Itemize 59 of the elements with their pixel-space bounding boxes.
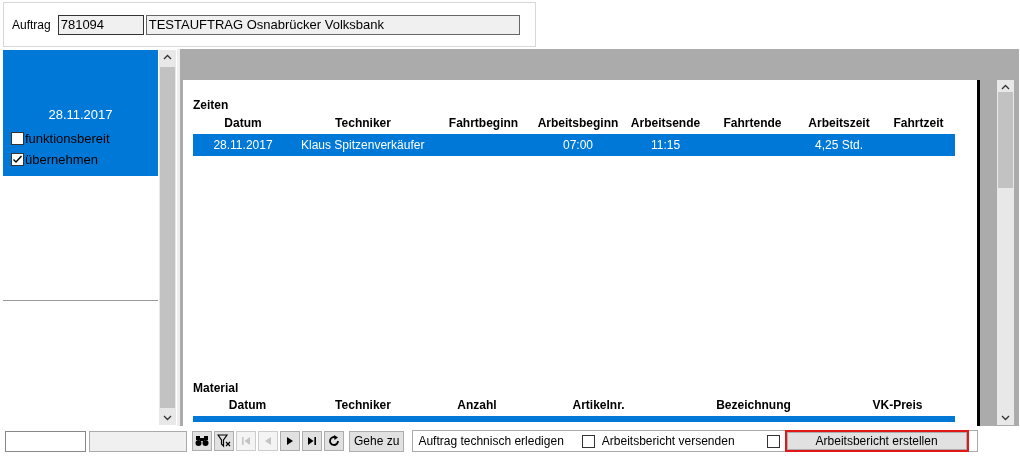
scrollbar[interactable] <box>997 80 1014 425</box>
checkbox-label: Arbeitsbericht versenden <box>601 433 735 450</box>
table-cell-text: 28.11.2017 <box>212 137 274 154</box>
order-label: Auftrag <box>12 16 51 34</box>
column-header: VK-Preis <box>871 397 924 414</box>
order-number-field[interactable]: 781094 <box>57 14 144 35</box>
scroll-up-icon[interactable] <box>1001 84 1010 90</box>
next-button[interactable] <box>280 431 300 451</box>
goto-button[interactable]: Gehe zu <box>349 430 405 452</box>
column-header: Arbeitszeit <box>807 115 871 132</box>
scroll-down-icon[interactable] <box>163 415 172 421</box>
order-name-field[interactable]: TESTAUFTRAG Osnabrücker Volksbank <box>145 14 520 35</box>
refresh-button[interactable] <box>324 431 344 451</box>
scroll-thumb[interactable] <box>998 92 1013 188</box>
skip-last-icon <box>307 436 317 446</box>
scroll-thumb[interactable] <box>160 67 175 408</box>
table-cell-text: 11:15 <box>649 137 682 154</box>
input-field[interactable] <box>5 430 86 452</box>
status-text: Auftrag technisch erledigen <box>418 433 564 450</box>
checkbox[interactable] <box>11 132 24 145</box>
column-header: Datum <box>227 397 268 414</box>
previous-icon <box>263 436 273 446</box>
binoculars-icon <box>195 435 209 447</box>
checkbox-label: übernehmen <box>25 150 98 169</box>
column-header: Fahrtende <box>722 115 783 132</box>
checkbox[interactable] <box>581 434 595 448</box>
list-item[interactable]: 28.11.2017 funktionsbereit übernehmen <box>3 50 158 176</box>
column-header: Datum <box>223 115 263 132</box>
column-header: Arbeitsende <box>629 115 702 132</box>
table-row[interactable]: 28.11.2017 Klaus Spitzenverkäufer 07:00 11:15 4,25 Std. <box>193 134 955 156</box>
checkbox-label: funktionsbereit <box>25 129 110 148</box>
scroll-up-icon[interactable] <box>163 54 172 60</box>
section-title: Zeiten <box>193 97 230 112</box>
item-date: 28.11.2017 <box>47 105 114 124</box>
refresh-icon <box>328 435 340 447</box>
create-report-button[interactable]: Arbeitsbericht erstellen <box>784 430 969 452</box>
column-header: Anzahl <box>456 397 498 414</box>
table-cell-text: 4,25 Std. <box>813 137 864 154</box>
scroll-down-icon[interactable] <box>1001 415 1010 421</box>
skip-first-icon <box>241 436 251 446</box>
column-header: Artikelnr. <box>571 397 626 414</box>
column-header: Techniker <box>334 115 392 132</box>
checkbox[interactable] <box>766 434 780 448</box>
column-header: Fahrtzeit <box>892 115 945 132</box>
filter-icon <box>217 434 231 448</box>
column-header: Arbeitsbeginn <box>536 115 620 132</box>
filter-button[interactable] <box>214 431 234 451</box>
column-header: Bezeichnung <box>715 397 792 414</box>
table-cell-text: Klaus Spitzenverkäufer <box>300 137 426 154</box>
binoculars-button[interactable] <box>192 431 212 451</box>
section-title: Material <box>193 380 240 394</box>
scrollbar[interactable] <box>159 50 176 425</box>
table-cell-text: 07:00 <box>562 137 594 154</box>
input-field[interactable] <box>89 430 187 452</box>
column-header: Fahrtbeginn <box>447 115 520 132</box>
checkbox[interactable] <box>11 153 24 166</box>
column-header: Techniker <box>334 397 392 414</box>
skip-last-button[interactable] <box>302 431 322 451</box>
next-icon <box>285 436 295 446</box>
